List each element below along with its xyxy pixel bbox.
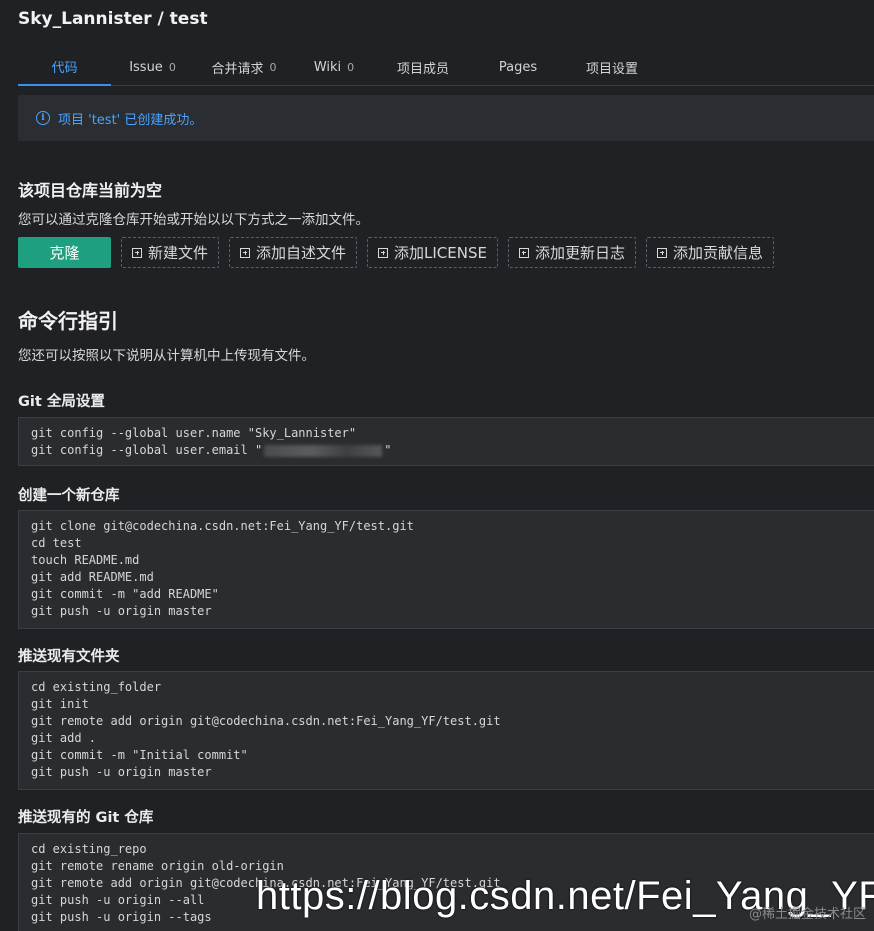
code-line: git remote rename origin old-origin [31, 859, 284, 873]
tab-issue[interactable]: Issue 0 [111, 48, 194, 86]
issue-count: 0 [168, 60, 176, 74]
plus-square-icon [132, 247, 142, 258]
tab-settings[interactable]: 项目设置 [564, 48, 660, 86]
section-title-global-config: Git 全局设置 [18, 394, 105, 410]
merge-request-count: 0 [269, 60, 277, 74]
code-line: cd existing_repo [31, 842, 147, 856]
tab-members[interactable]: 项目成员 [374, 48, 472, 86]
code-line: git push -u origin master [31, 765, 212, 779]
tab-pages[interactable]: Pages [472, 48, 564, 86]
tab-code[interactable]: 代码 [18, 48, 111, 86]
cli-description: 您还可以按照以下说明从计算机中上传现有文件。 [18, 348, 315, 364]
code-block-global-config[interactable]: git config --global user.name "Sky_Lanni… [18, 417, 874, 466]
repo-tabs: 代码 Issue 0 合并请求 0 Wiki 0 项目成员 Pages 项目设置 [18, 48, 874, 86]
section-title-existing-repo: 推送现有的 Git 仓库 [18, 810, 154, 826]
success-alert: i 项目 'test' 已创建成功。 [18, 95, 874, 141]
empty-repo-heading: 该项目仓库当前为空 [18, 181, 163, 200]
new-file-button[interactable]: 新建文件 [121, 237, 220, 268]
code-line: git commit -m "Initial commit" [31, 748, 248, 762]
empty-repo-description: 您可以通过克隆仓库开始或开始以以下方式之一添加文件。 [18, 212, 369, 228]
tab-merge-requests[interactable]: 合并请求 0 [194, 48, 294, 86]
plus-square-icon [657, 247, 667, 258]
empty-repo-actions: 克隆 新建文件 添加自述文件 添加LICENSE 添加更新日志 添加贡献信息 [18, 237, 775, 268]
add-contributing-button[interactable]: 添加贡献信息 [646, 237, 775, 268]
code-line: git init [31, 697, 89, 711]
cli-heading: 命令行指引 [18, 309, 118, 333]
section-title-new-repo: 创建一个新仓库 [18, 488, 120, 504]
alert-text: 项目 'test' 已创建成功。 [58, 112, 203, 128]
code-line: git push -u origin master [31, 604, 212, 618]
repo-title[interactable]: Sky_Lannister / test [18, 9, 208, 29]
plus-square-icon [378, 247, 389, 258]
code-line: git remote add origin git@codechina.csdn… [31, 714, 501, 728]
redacted-email [264, 444, 383, 457]
code-line: git commit -m "add README" [31, 587, 219, 601]
add-readme-button[interactable]: 添加自述文件 [229, 237, 358, 268]
plus-square-icon [240, 247, 251, 258]
code-line: touch README.md [31, 553, 140, 567]
clone-button[interactable]: 克隆 [18, 237, 111, 268]
add-license-button[interactable]: 添加LICENSE [367, 237, 498, 268]
watermark-community: @稀土掘金技术社区 [748, 907, 866, 922]
code-line: git add README.md [31, 570, 154, 584]
section-title-existing-folder: 推送现有文件夹 [18, 649, 120, 665]
code-block-new-repo[interactable]: git clone git@codechina.csdn.net:Fei_Yan… [18, 510, 874, 629]
wiki-count: 0 [347, 60, 355, 74]
code-line: git clone git@codechina.csdn.net:Fei_Yan… [31, 519, 414, 533]
code-line: cd test [31, 536, 82, 550]
tab-wiki[interactable]: Wiki 0 [294, 48, 374, 86]
code-line: git config --global user.name "Sky_Lanni… [31, 426, 357, 440]
code-line: git config --global user.email " " [31, 443, 392, 457]
add-changelog-button[interactable]: 添加更新日志 [507, 237, 636, 268]
info-icon: i [36, 111, 50, 125]
code-line: git add . [31, 731, 97, 745]
code-block-existing-folder[interactable]: cd existing_foldergit init git remote add… [18, 671, 874, 790]
plus-square-icon [518, 247, 529, 258]
code-line: cd existing_folder [31, 680, 162, 694]
